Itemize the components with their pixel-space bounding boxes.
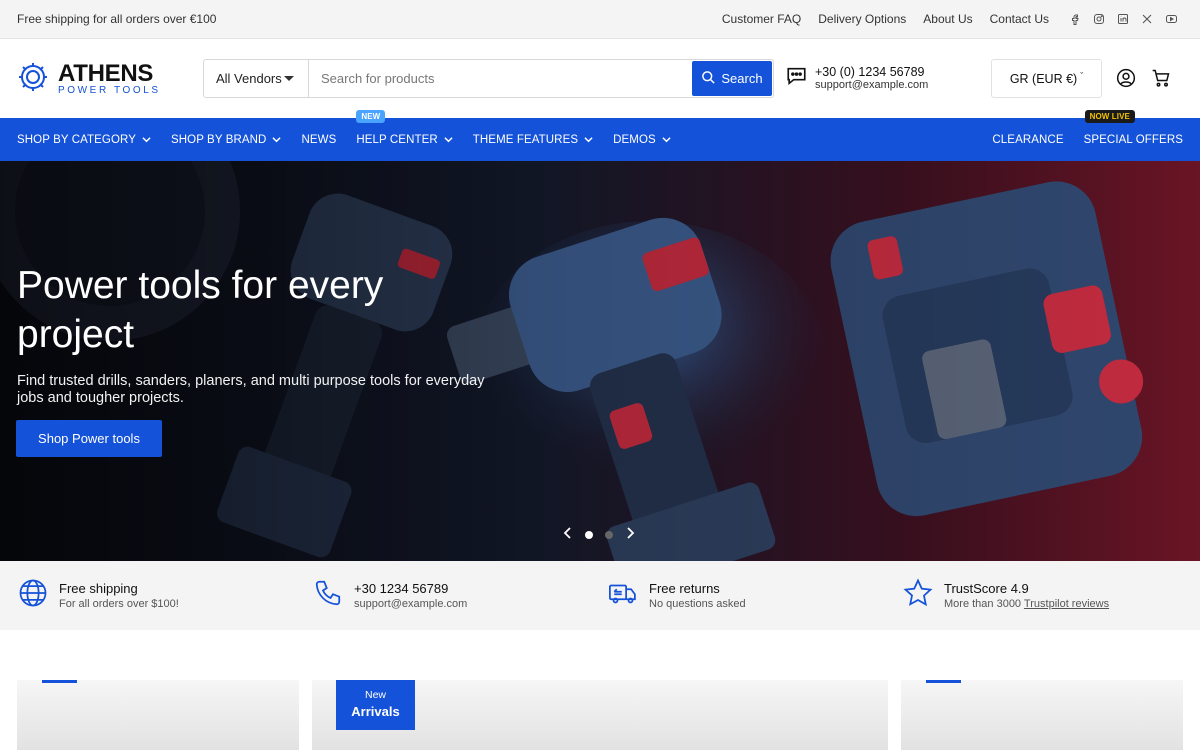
- chevron-down-icon: ˇ: [1080, 70, 1084, 81]
- instagram-icon[interactable]: [1087, 13, 1111, 25]
- shop-power-tools-button[interactable]: Shop Power tools: [16, 420, 162, 457]
- nav-label: CLEARANCE: [992, 133, 1064, 146]
- chat-icon: [785, 65, 808, 92]
- nav-label: THEME FEATURES: [472, 133, 579, 146]
- nav-theme-features[interactable]: THEME FEATURES: [473, 134, 593, 146]
- feature-trustscore: TrustScore 4.9 More than 3000 Trustpilot…: [885, 561, 1180, 630]
- feature-subtitle: More than 3000 Trustpilot reviews: [944, 598, 1109, 610]
- hero-copy: Power tools for every project Find trust…: [17, 261, 497, 407]
- trustpilot-link[interactable]: Trustpilot reviews: [1024, 598, 1109, 610]
- feature-phone: +30 1234 56789 support@example.com: [295, 561, 590, 630]
- chevron-down-icon: [142, 137, 151, 143]
- gear-icon: [17, 61, 49, 98]
- header-phone[interactable]: +30 (0) 1234 56789: [815, 65, 928, 79]
- search-icon: [701, 70, 716, 88]
- currency-selector[interactable]: GR (EUR €) ˇ: [991, 59, 1102, 98]
- new-arrivals-tag[interactable]: New Arrivals: [336, 680, 415, 730]
- nav-shop-by-category[interactable]: SHOP BY CATEGORY: [17, 134, 151, 146]
- nav-help-center[interactable]: NEW HELP CENTER: [356, 109, 453, 146]
- card-accent-bar: [42, 680, 77, 683]
- header-contact: +30 (0) 1234 56789 support@example.com: [785, 65, 928, 92]
- feature-subtitle: No questions asked: [649, 598, 746, 610]
- nav-clearance[interactable]: CLEARANCE: [992, 134, 1063, 146]
- brand-logo[interactable]: ATHENS POWER TOOLS: [17, 61, 161, 98]
- feature-title: +30 1234 56789: [354, 581, 449, 596]
- feature-title: TrustScore 4.9: [944, 581, 1029, 596]
- hero-subtitle: Find trusted drills, sanders, planers, a…: [17, 373, 485, 406]
- new-arrivals-line2: Arrivals: [351, 704, 400, 719]
- nav-label: NEWS: [301, 133, 337, 146]
- nav-demos[interactable]: DEMOS: [613, 134, 671, 146]
- logo-name: ATHENS: [58, 59, 154, 87]
- feature-free-returns: Free returns No questions asked: [590, 561, 885, 630]
- nav-label: SHOP BY BRAND: [170, 133, 267, 146]
- link-contact-us[interactable]: Contact Us: [990, 12, 1049, 26]
- search-input[interactable]: [309, 60, 692, 97]
- chevron-down-icon: [662, 137, 671, 143]
- nav-news[interactable]: NEWS: [301, 134, 336, 146]
- now-live-badge: NOW LIVE: [1084, 109, 1135, 123]
- vendor-select[interactable]: All Vendors: [204, 60, 309, 97]
- top-links: Customer FAQ Delivery Options About Us C…: [705, 12, 1183, 26]
- vendor-select-label: All Vendors: [216, 71, 282, 86]
- header-icons: [1116, 68, 1171, 93]
- youtube-icon[interactable]: [1159, 13, 1183, 25]
- main-nav: SHOP BY CATEGORY SHOP BY BRAND NEWS NEW …: [0, 109, 1200, 161]
- site-header: ATHENS POWER TOOLS All Vendors Search +3…: [0, 39, 1200, 118]
- link-customer-faq[interactable]: Customer FAQ: [722, 12, 801, 26]
- feature-title: Free shipping: [59, 581, 138, 596]
- hero-title: Power tools for every project: [17, 264, 384, 356]
- feature-title: Free returns: [649, 581, 720, 596]
- chevron-down-icon: [272, 137, 282, 143]
- category-card[interactable]: [17, 680, 299, 750]
- promo-text: Free shipping for all orders over €100: [17, 12, 217, 26]
- card-accent-bar: [926, 680, 961, 683]
- nav-label: SHOP BY CATEGORY: [17, 133, 136, 146]
- star-icon: [903, 578, 933, 613]
- search-bar: All Vendors Search: [203, 59, 774, 98]
- new-arrivals-line1: New: [364, 689, 386, 701]
- search-button[interactable]: Search: [692, 61, 772, 96]
- truck-return-icon: [608, 578, 638, 613]
- nav-label: DEMOS: [613, 133, 656, 146]
- caret-down-icon: [284, 76, 294, 81]
- prev-slide-icon[interactable]: [563, 526, 573, 544]
- logo-subtitle: POWER TOOLS: [58, 84, 161, 96]
- feature-subtitle: For all orders over $100!: [59, 598, 179, 610]
- cart-icon[interactable]: [1151, 68, 1171, 93]
- social-icons: [1063, 13, 1183, 25]
- currency-label: GR (EUR €): [1009, 71, 1078, 86]
- feature-subtitle: support@example.com: [354, 598, 468, 610]
- slider-controls: [563, 526, 635, 544]
- nav-special-offers[interactable]: NOW LIVE SPECIAL OFFERS: [1083, 109, 1183, 146]
- nav-label: SPECIAL OFFERS: [1083, 133, 1183, 146]
- linkedin-icon[interactable]: [1111, 13, 1135, 25]
- phone-icon: [313, 578, 343, 613]
- feature-free-shipping: Free shipping For all orders over $100!: [0, 561, 295, 630]
- facebook-icon[interactable]: [1063, 13, 1087, 25]
- chevron-down-icon: [584, 137, 593, 143]
- new-badge: NEW: [356, 109, 386, 123]
- x-icon[interactable]: [1135, 13, 1159, 25]
- link-about-us[interactable]: About Us: [923, 12, 972, 26]
- nav-label: HELP CENTER: [356, 133, 438, 146]
- link-delivery-options[interactable]: Delivery Options: [818, 12, 906, 26]
- account-icon[interactable]: [1116, 68, 1136, 93]
- next-slide-icon[interactable]: [625, 526, 635, 544]
- search-button-label: Search: [721, 71, 763, 86]
- category-card[interactable]: [901, 680, 1183, 750]
- slide-dot-2[interactable]: [605, 531, 613, 539]
- trustscore-prefix: More than 3000: [944, 598, 1024, 610]
- header-email[interactable]: support@example.com: [815, 79, 928, 92]
- chevron-down-icon: [444, 137, 453, 143]
- top-bar: Free shipping for all orders over €100 C…: [0, 0, 1200, 39]
- globe-icon: [18, 578, 48, 613]
- features-strip: Free shipping For all orders over $100! …: [0, 561, 1200, 630]
- nav-shop-by-brand[interactable]: SHOP BY BRAND: [170, 133, 282, 146]
- hero-banner: Power tools for every project Find trust…: [0, 161, 1200, 561]
- slide-dot-1[interactable]: [585, 531, 593, 539]
